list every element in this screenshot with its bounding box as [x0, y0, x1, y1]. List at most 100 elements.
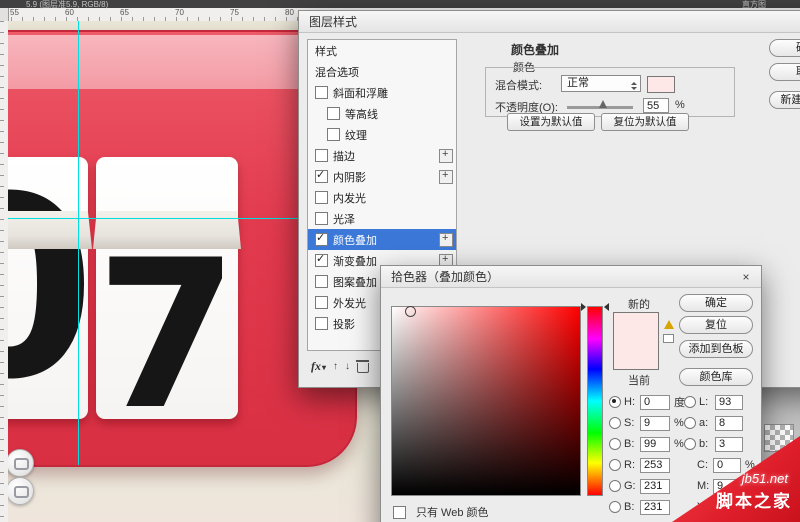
radio-button[interactable]: [609, 480, 621, 492]
checkbox[interactable]: [315, 296, 328, 309]
style-item-bevel-emboss[interactable]: 斜面和浮雕: [308, 82, 456, 103]
lab-l-input[interactable]: [715, 395, 743, 410]
style-item-label: 混合选项: [315, 64, 359, 80]
style-item-blending-options[interactable]: 混合选项: [308, 61, 456, 82]
radio-button[interactable]: [609, 501, 621, 513]
current-color-swatch[interactable]: [614, 341, 658, 369]
add-to-swatches-button[interactable]: 添加到色板: [679, 340, 753, 358]
add-effect-icon[interactable]: [439, 149, 453, 163]
overlay-color-swatch[interactable]: [647, 76, 675, 93]
horizontal-guide[interactable]: [8, 218, 299, 219]
cyan-input[interactable]: [713, 458, 741, 473]
radio-button[interactable]: [609, 417, 621, 429]
field-row-lab-b: b:: [684, 436, 747, 452]
lab-b-input[interactable]: [715, 437, 743, 452]
checkbox[interactable]: [327, 107, 340, 120]
style-item-label: 颜色叠加: [333, 232, 377, 248]
ok-button[interactable]: 确定: [679, 294, 753, 312]
set-default-button[interactable]: 设置为默认值: [507, 113, 595, 131]
gamut-warning-icon[interactable]: [664, 320, 674, 329]
checkbox[interactable]: [315, 212, 328, 225]
hue-input[interactable]: [640, 395, 670, 410]
field-row-brightness: B: %: [609, 436, 684, 452]
lab-a-input[interactable]: [715, 416, 743, 431]
new-style-button[interactable]: 新建样式...: [769, 91, 800, 109]
style-item-label: 外发光: [333, 295, 366, 311]
move-effect-down-icon[interactable]: ↓: [345, 361, 350, 372]
style-item-styles[interactable]: 样式: [308, 40, 456, 61]
saturation-brightness-field[interactable]: [391, 306, 581, 496]
field-label: B:: [624, 438, 640, 450]
radio-button[interactable]: [609, 438, 621, 450]
opacity-slider-thumb[interactable]: [599, 100, 607, 108]
field-label: C:: [697, 459, 713, 471]
field-label: G:: [624, 480, 640, 492]
add-effect-icon[interactable]: [439, 233, 453, 247]
color-libraries-button[interactable]: 颜色库: [679, 368, 753, 386]
field-row-cyan: C: %: [684, 457, 755, 473]
delete-effect-icon[interactable]: [357, 363, 369, 373]
reset-default-button[interactable]: 复位为默认值: [601, 113, 689, 131]
style-item-contour[interactable]: 等高线: [308, 103, 456, 124]
style-item-label: 样式: [315, 43, 337, 59]
color-field-marker[interactable]: [405, 306, 416, 317]
checkbox[interactable]: [315, 254, 328, 267]
saturation-input[interactable]: [640, 416, 670, 431]
radio-button[interactable]: [684, 396, 696, 408]
effects-footer-toolbar: fx ↑ ↓: [311, 359, 369, 374]
ruler-corner: [0, 8, 9, 21]
green-input[interactable]: [640, 479, 670, 494]
checkbox[interactable]: [315, 317, 328, 330]
checkbox[interactable]: [315, 233, 328, 246]
dialog-title[interactable]: 图层样式: [299, 11, 800, 33]
close-icon[interactable]: [739, 270, 753, 284]
hue-slider[interactable]: [587, 306, 603, 496]
ruler-mark: 75: [230, 8, 239, 17]
radio-button[interactable]: [609, 396, 621, 408]
radio-button[interactable]: [684, 417, 696, 429]
hue-slider-marker-icon[interactable]: [581, 303, 586, 311]
radio-button[interactable]: [684, 438, 696, 450]
style-item-satin[interactable]: 光泽: [308, 208, 456, 229]
floating-widget-icon[interactable]: [8, 477, 34, 505]
ruler-mark: 80: [285, 8, 294, 17]
blend-mode-select[interactable]: 正常: [561, 75, 641, 92]
dialog-title[interactable]: 拾色器（叠加颜色）: [381, 266, 761, 288]
style-item-texture[interactable]: 纹理: [308, 124, 456, 145]
style-item-label: 纹理: [345, 127, 367, 143]
style-item-color-overlay[interactable]: 颜色叠加: [308, 229, 456, 250]
checkbox[interactable]: [393, 506, 406, 519]
reset-button[interactable]: 复位: [679, 316, 753, 334]
web-colors-only-option[interactable]: 只有 Web 颜色: [393, 504, 489, 520]
checkbox[interactable]: [315, 170, 328, 183]
fx-menu-icon[interactable]: fx: [311, 359, 326, 374]
field-row-saturation: S: %: [609, 415, 684, 431]
current-color-label: 当前: [628, 372, 650, 388]
style-item-stroke[interactable]: 描边: [308, 145, 456, 166]
histogram-panel-tab[interactable]: 直方图: [742, 0, 766, 10]
checkbox[interactable]: [315, 149, 328, 162]
floating-widget-icon[interactable]: [8, 449, 34, 477]
radio-button[interactable]: [609, 459, 621, 471]
checkbox[interactable]: [315, 191, 328, 204]
add-effect-icon[interactable]: [439, 170, 453, 184]
cancel-button[interactable]: 取消: [769, 63, 800, 81]
field-row-red: R:: [609, 457, 674, 473]
checkbox[interactable]: [315, 275, 328, 288]
web-safe-cube-icon[interactable]: [663, 334, 674, 343]
style-item-inner-shadow[interactable]: 内阴影: [308, 166, 456, 187]
brightness-input[interactable]: [640, 437, 670, 452]
ok-button[interactable]: 确定: [769, 39, 800, 57]
opacity-input[interactable]: [643, 98, 669, 113]
vertical-guide[interactable]: [78, 21, 79, 465]
hue-slider-marker-icon[interactable]: [604, 303, 609, 311]
move-effect-up-icon[interactable]: ↑: [333, 361, 338, 372]
checkbox[interactable]: [327, 128, 340, 141]
document-tab[interactable]: 5.9 (图层准5.9, RGB/8): [26, 0, 108, 10]
red-input[interactable]: [640, 458, 670, 473]
style-item-inner-glow[interactable]: 内发光: [308, 187, 456, 208]
blue-input[interactable]: [640, 500, 670, 515]
checkbox[interactable]: [315, 86, 328, 99]
application-title-bar: 5.9 (图层准5.9, RGB/8) 直方图: [0, 0, 800, 8]
field-row-green: G:: [609, 478, 674, 494]
